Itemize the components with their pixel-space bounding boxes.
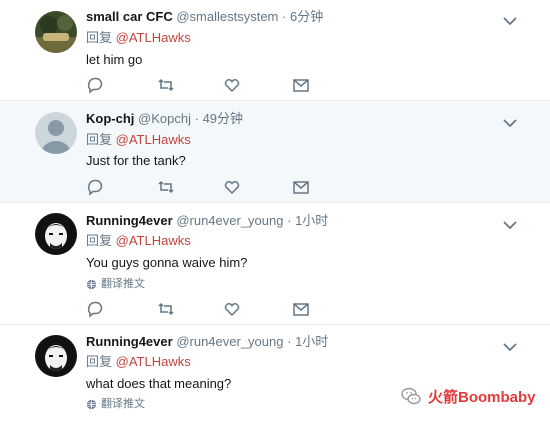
tweet-header: Running4ever @run4ever_young · 1小时 [86, 334, 328, 350]
separator-dot: · [287, 213, 292, 228]
reply-icon[interactable] [86, 76, 104, 94]
tweet-item[interactable]: Running4ever @run4ever_young · 1小时 回复 @A… [0, 203, 550, 325]
translate-link[interactable]: 翻译推文 [86, 397, 145, 411]
display-name[interactable]: Running4ever [86, 334, 173, 349]
retweet-icon[interactable] [157, 300, 175, 318]
wechat-logo-icon [401, 387, 421, 405]
reply-context: 回复 @ATLHawks [86, 233, 191, 249]
retweet-icon[interactable] [157, 178, 175, 196]
translate-label: 翻译推文 [101, 398, 145, 410]
reply-context: 回复 @ATLHawks [86, 132, 191, 148]
translate-link[interactable]: 翻译推文 [86, 277, 145, 291]
heart-icon[interactable] [223, 178, 241, 196]
avatar[interactable] [35, 335, 77, 377]
reply-context: 回复 @ATLHawks [86, 30, 191, 46]
avatar[interactable] [35, 112, 77, 154]
tweet-header: Kop-chj @Kopchj · 49分钟 [86, 111, 243, 127]
heart-icon[interactable] [223, 76, 241, 94]
display-name[interactable]: Kop-chj [86, 111, 134, 126]
reply-prefix: 回复 [86, 132, 113, 147]
tweet-header: small car CFC @smallestsystem · 6分钟 [86, 9, 323, 25]
translate-label: 翻译推文 [101, 278, 145, 290]
envelope-icon[interactable] [292, 300, 310, 318]
reply-prefix: 回复 [86, 354, 113, 369]
user-handle[interactable]: @run4ever_young [176, 213, 283, 228]
reply-prefix: 回复 [86, 233, 113, 248]
reply-icon[interactable] [86, 178, 104, 196]
tweet-text: let him go [86, 52, 143, 67]
mention-link[interactable]: @ATLHawks [116, 354, 191, 369]
chevron-down-icon[interactable] [503, 217, 517, 230]
reply-icon[interactable] [86, 300, 104, 318]
watermark-text: 火箭Boombaby [428, 388, 536, 406]
tweet-actions [86, 300, 326, 320]
retweet-icon[interactable] [157, 76, 175, 94]
timestamp[interactable]: 1小时 [295, 213, 328, 228]
watermark: 火箭Boombaby [400, 385, 536, 407]
separator-dot: · [287, 334, 292, 349]
envelope-icon[interactable] [292, 76, 310, 94]
reply-context: 回复 @ATLHawks [86, 354, 191, 370]
tweet-text: Just for the tank? [86, 153, 186, 168]
reply-prefix: 回复 [86, 30, 113, 45]
timestamp[interactable]: 6分钟 [290, 9, 323, 24]
timestamp[interactable]: 1小时 [295, 334, 328, 349]
user-handle[interactable]: @run4ever_young [176, 334, 283, 349]
separator-dot: · [194, 111, 199, 126]
mention-link[interactable]: @ATLHawks [116, 30, 191, 45]
tweet-header: Running4ever @run4ever_young · 1小时 [86, 213, 328, 229]
chevron-down-icon[interactable] [503, 339, 517, 352]
avatar[interactable] [35, 11, 77, 53]
timestamp[interactable]: 49分钟 [203, 111, 243, 126]
display-name[interactable]: Running4ever [86, 213, 173, 228]
tweet-actions [86, 76, 326, 96]
chevron-down-icon[interactable] [503, 115, 517, 128]
display-name[interactable]: small car CFC [86, 9, 173, 24]
tweet-item[interactable]: Kop-chj @Kopchj · 49分钟 回复 @ATLHawks Just… [0, 101, 550, 203]
tweet-item[interactable]: small car CFC @smallestsystem · 6分钟 回复 @… [0, 0, 550, 101]
tweet-text: You guys gonna waive him? [86, 255, 248, 270]
globe-icon [86, 399, 97, 409]
avatar[interactable] [35, 213, 77, 255]
user-handle[interactable]: @smallestsystem [176, 9, 278, 24]
globe-icon [86, 279, 97, 289]
mention-link[interactable]: @ATLHawks [116, 132, 191, 147]
heart-icon[interactable] [223, 300, 241, 318]
user-handle[interactable]: @Kopchj [138, 111, 191, 126]
mention-link[interactable]: @ATLHawks [116, 233, 191, 248]
tweet-actions [86, 178, 326, 198]
envelope-icon[interactable] [292, 178, 310, 196]
separator-dot: · [282, 9, 287, 24]
tweet-text: what does that meaning? [86, 376, 232, 391]
chevron-down-icon[interactable] [503, 13, 517, 26]
